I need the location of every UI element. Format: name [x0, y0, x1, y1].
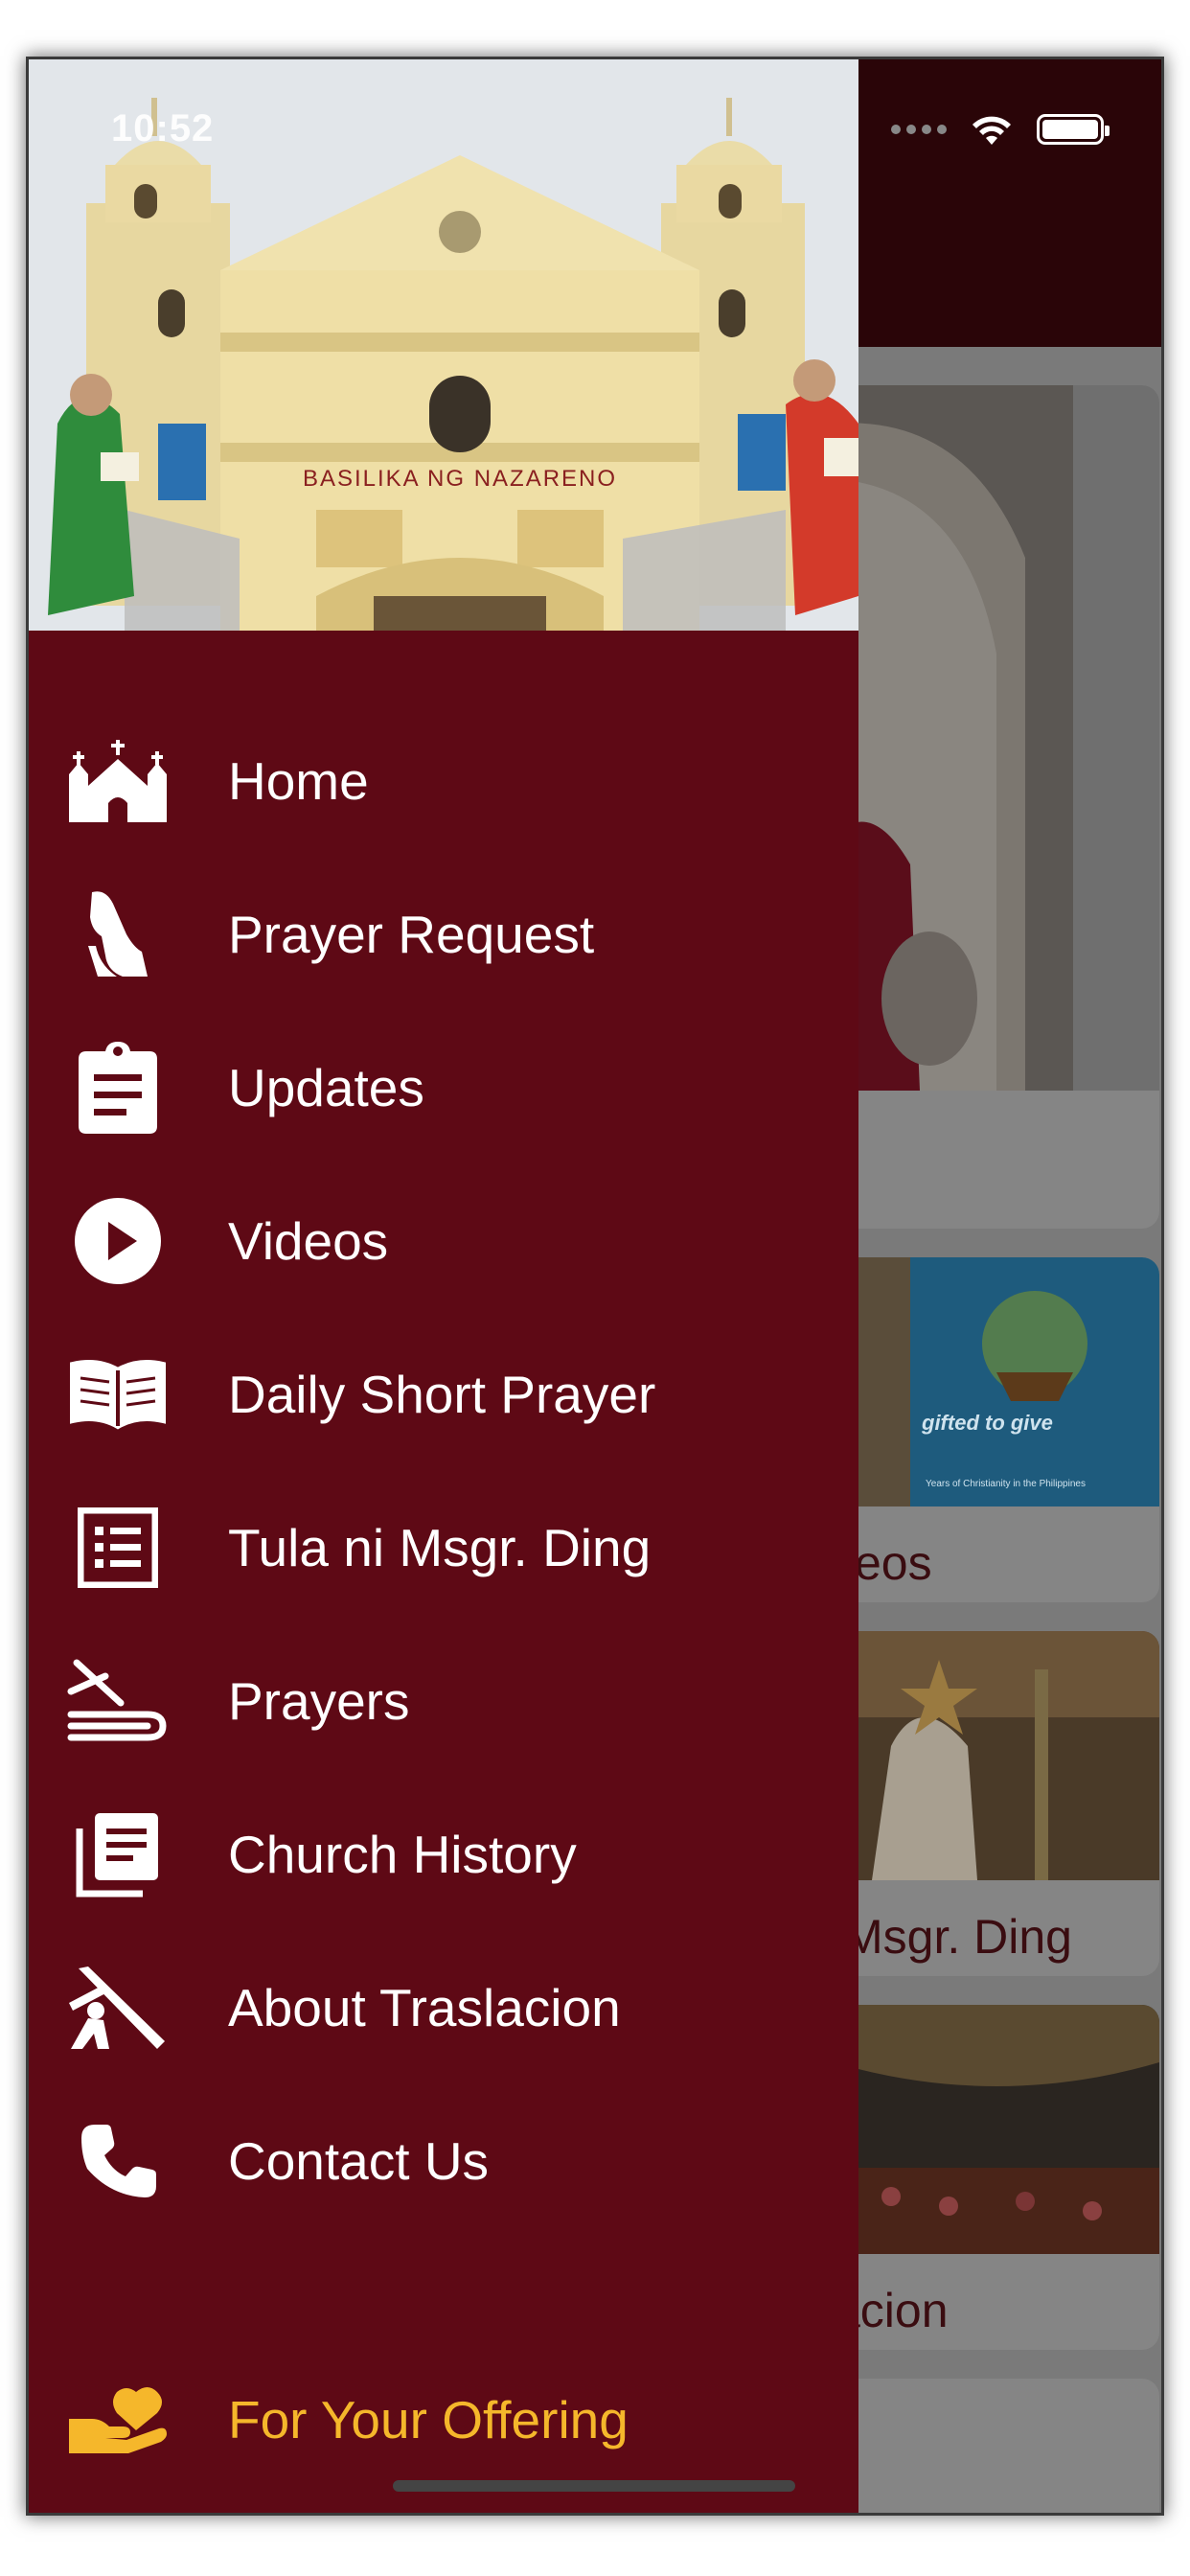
menu-label: About Traslacion — [228, 1978, 621, 2037]
card-image — [834, 385, 1159, 1091]
menu-label: Updates — [228, 1058, 424, 1117]
church-icon — [65, 728, 171, 834]
menu-item-prayers[interactable]: Prayers — [29, 1639, 858, 1763]
menu-item-videos[interactable]: Videos — [29, 1179, 858, 1303]
videos-card[interactable]: gifted to give Years of Christianity in … — [834, 1257, 1159, 1602]
list-document-icon — [65, 1495, 171, 1600]
phone-icon — [65, 2108, 171, 2214]
library-books-icon — [65, 1802, 171, 1907]
menu-label: Church History — [228, 1825, 577, 1884]
open-book-icon — [65, 1342, 171, 1447]
card-image — [834, 2005, 1159, 2254]
tula-card[interactable]: Msgr. Ding — [834, 1631, 1159, 1976]
home-card[interactable] — [834, 385, 1159, 1229]
facade-sign-text: BASILIKA NG NAZARENO — [303, 466, 617, 492]
menu-label: Prayer Request — [228, 905, 595, 964]
card-image-text: gifted to give — [922, 1411, 1053, 1435]
menu-item-church-history[interactable]: Church History — [29, 1792, 858, 1917]
home-indicator[interactable] — [393, 2480, 795, 2492]
next-card[interactable] — [834, 2379, 1159, 2513]
menu-label: Contact Us — [228, 2131, 490, 2191]
basilica-hero-image: BASILIKA NG NAZARENO 10:52 — [29, 59, 858, 631]
status-icons — [891, 112, 1110, 147]
menu-item-updates[interactable]: Updates — [29, 1025, 858, 1150]
phone-screen: gifted to give Years of Christianity in … — [29, 59, 1161, 2513]
menu-label: Daily Short Prayer — [228, 1365, 656, 1424]
menu-label: Videos — [228, 1211, 389, 1271]
card-image-subtext: Years of Christianity in the Philippines — [926, 1479, 1086, 1489]
play-circle-icon — [65, 1188, 171, 1294]
card-label: Msgr. Ding — [843, 1910, 1072, 1964]
wifi-icon — [973, 116, 1011, 145]
menu-label: Home — [228, 751, 369, 811]
menu-item-prayer-request[interactable]: Prayer Request — [29, 872, 858, 997]
card-image — [834, 1631, 1159, 1880]
card-image — [834, 1257, 1159, 1506]
signal-icon — [891, 125, 947, 134]
praying-hands-icon — [65, 882, 171, 987]
card-label: eos — [855, 1536, 932, 1590]
menu-item-contact-us[interactable]: Contact Us — [29, 2099, 858, 2223]
menu-label: Tula ni Msgr. Ding — [228, 1518, 652, 1577]
navigation-drawer: BASILIKA NG NAZARENO 10:52 Home Prayer R… — [29, 59, 858, 2513]
bible-icon — [65, 1648, 171, 1754]
menu-label: For Your Offering — [228, 2390, 629, 2450]
traslacion-card[interactable]: acion — [834, 2005, 1159, 2350]
menu-item-offering[interactable]: For Your Offering — [29, 2358, 858, 2482]
menu-item-tula[interactable]: Tula ni Msgr. Ding — [29, 1485, 858, 1610]
battery-icon — [1037, 114, 1110, 145]
menu-item-about-traslacion[interactable]: About Traslacion — [29, 1945, 858, 2070]
hand-heart-icon — [65, 2367, 171, 2472]
clipboard-icon — [65, 1035, 171, 1140]
cross-carrier-icon — [65, 1955, 171, 2060]
menu-item-daily-short-prayer[interactable]: Daily Short Prayer — [29, 1332, 858, 1457]
menu-item-home[interactable]: Home — [29, 719, 858, 843]
menu-label: Prayers — [228, 1671, 410, 1731]
status-time: 10:52 — [111, 107, 215, 150]
